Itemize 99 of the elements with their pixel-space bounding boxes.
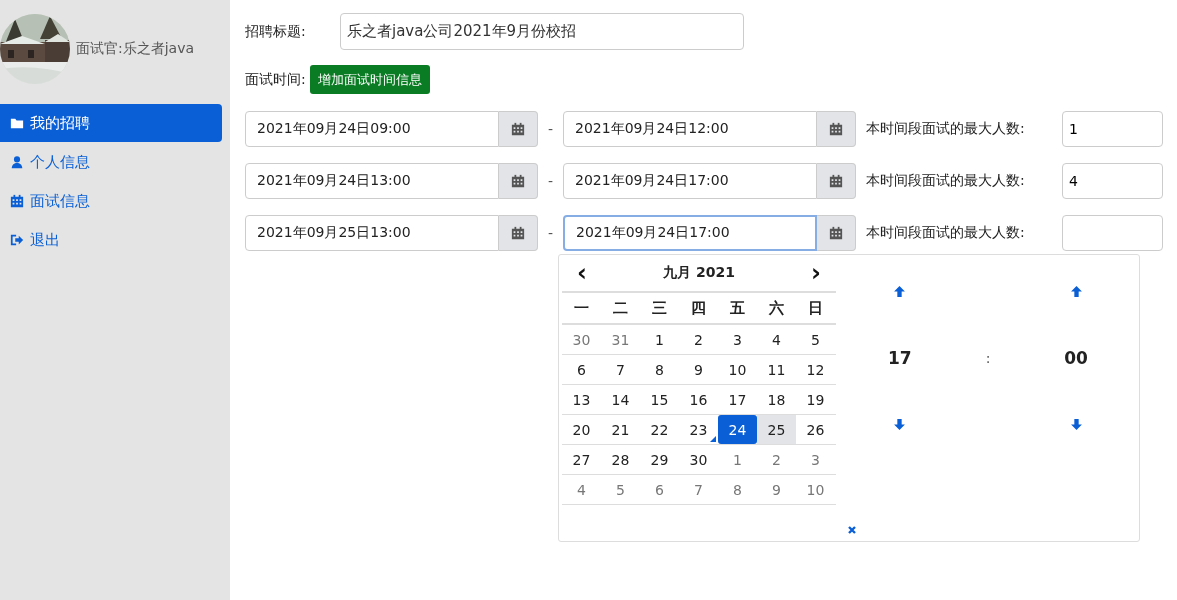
hour-value[interactable]: 17 [888,347,912,368]
time-separator: : [985,349,991,366]
calendar-day[interactable]: 12 [796,355,835,384]
calendar-day[interactable]: 2 [757,445,796,474]
calendar-day[interactable]: 7 [679,475,718,504]
calendar-icon [511,174,525,188]
weekday-header: 四 [690,297,707,319]
weekday-header: 六 [768,297,785,319]
calendar-button[interactable] [817,215,856,251]
field-label: 招聘标题: [245,22,307,41]
calendar-button[interactable] [499,215,538,251]
weekday-header: 二 [612,297,629,319]
month-title[interactable]: 九月 2021 [663,264,735,282]
range-separator: - [546,121,555,137]
calendar-day[interactable]: 17 [718,385,757,414]
calendar-day[interactable]: 22 [640,415,679,444]
calendar-day[interactable]: 3 [796,445,835,474]
sidebar-item[interactable]: 我的招聘 [0,104,222,142]
calendar-day[interactable]: 28 [601,445,640,474]
folder-icon [10,116,24,130]
calendar-day[interactable]: 11 [757,355,796,384]
calendar-day[interactable]: 20 [562,415,601,444]
down-arrow-icon[interactable] [1069,417,1083,431]
calendar-day[interactable]: 31 [601,325,640,354]
calendar-day[interactable]: 4 [562,475,601,504]
calendar-day[interactable]: 21 [601,415,640,444]
user-name: 面试官:乐之者java [76,39,195,58]
weekday-header: 五 [729,297,746,319]
date-field[interactable]: 2021年09月24日12:00 [563,111,817,147]
calendar-day[interactable]: 25 [757,415,796,444]
field-label: 本时间段面试的最大人数: [866,224,1026,242]
sign-out-icon [10,233,24,247]
calendar-day[interactable]: 6 [640,475,679,504]
calendar-button[interactable] [499,111,538,147]
calendar-day[interactable]: 9 [757,475,796,504]
sidebar-item[interactable]: 个人信息 [0,143,222,181]
calendar-icon [829,226,843,240]
count-field[interactable]: 4 [1062,163,1163,199]
calendar-day[interactable]: 4 [757,325,796,354]
calendar-day[interactable]: 6 [562,355,601,384]
calendar-button[interactable] [499,163,538,199]
count-field[interactable]: 1 [1062,111,1163,147]
date-field[interactable]: 2021年09月24日09:00 [245,111,499,147]
calendar-day[interactable]: 10 [796,475,835,504]
date-field[interactable]: 2021年09月24日13:00 [245,163,499,199]
up-arrow-icon[interactable] [1069,284,1083,298]
calendar-day[interactable]: 15 [640,385,679,414]
calendar-day[interactable]: 8 [640,355,679,384]
field-label: 本时间段面试的最大人数: [866,120,1026,138]
calendar-icon [511,226,525,240]
calendar-day[interactable]: 16 [679,385,718,414]
weekday-header: 一 [573,297,590,319]
calendar-icon [829,122,843,136]
calendar-day[interactable]: 5 [601,475,640,504]
down-arrow-icon[interactable] [893,417,907,431]
weekday-header: 三 [651,297,668,319]
calendar-day[interactable]: 30 [679,445,718,474]
count-field[interactable] [1062,215,1163,251]
calendar-day[interactable]: 19 [796,385,835,414]
calendar-icon [511,122,525,136]
sidebar-item[interactable]: 退出 [0,221,222,259]
calendar-day[interactable]: 2 [679,325,718,354]
title-field[interactable]: 乐之者java公司2021年9月份校招 [340,13,744,50]
next-month-button[interactable]: › [796,259,836,287]
calendar-day[interactable]: 1 [718,445,757,474]
date-field[interactable]: 2021年09月24日17:00 [563,215,817,251]
calendar-day[interactable]: 9 [679,355,718,384]
previous-month-button[interactable]: ‹ [562,259,602,287]
calendar-icon [829,174,843,188]
calendar-day[interactable]: 8 [718,475,757,504]
calendar-day[interactable]: 5 [796,325,835,354]
close-icon[interactable] [847,525,857,535]
calendar-day[interactable]: 3 [718,325,757,354]
date-field[interactable]: 2021年09月24日17:00 [563,163,817,199]
add-time-button[interactable]: 增加面试时间信息 [309,65,430,94]
calendar-day[interactable]: 27 [562,445,601,474]
calendar-day[interactable]: 7 [601,355,640,384]
calendar-day[interactable]: 13 [562,385,601,414]
range-separator: - [546,173,555,189]
field-label: 本时间段面试的最大人数: [866,172,1026,190]
date-field[interactable]: 2021年09月25日13:00 [245,215,499,251]
calendar-day[interactable]: 26 [796,415,835,444]
calendar-day[interactable]: 10 [718,355,757,384]
calendar-day[interactable]: 30 [562,325,601,354]
calendar-day[interactable]: 14 [601,385,640,414]
weekday-header: 日 [807,297,824,319]
sidebar-item[interactable]: 面试信息 [0,182,222,220]
calendar-day[interactable]: 18 [757,385,796,414]
minute-value[interactable]: 00 [1064,347,1088,368]
calendar-button[interactable] [817,111,856,147]
up-arrow-icon[interactable] [893,284,907,298]
field-label: 面试时间: [245,70,306,89]
calendar-day[interactable]: 29 [640,445,679,474]
user-icon [10,155,24,169]
range-separator: - [546,225,555,241]
calendar-icon [10,194,24,208]
calendar-day[interactable]: 24 [718,415,757,444]
calendar-day[interactable]: 1 [640,325,679,354]
calendar-button[interactable] [817,163,856,199]
